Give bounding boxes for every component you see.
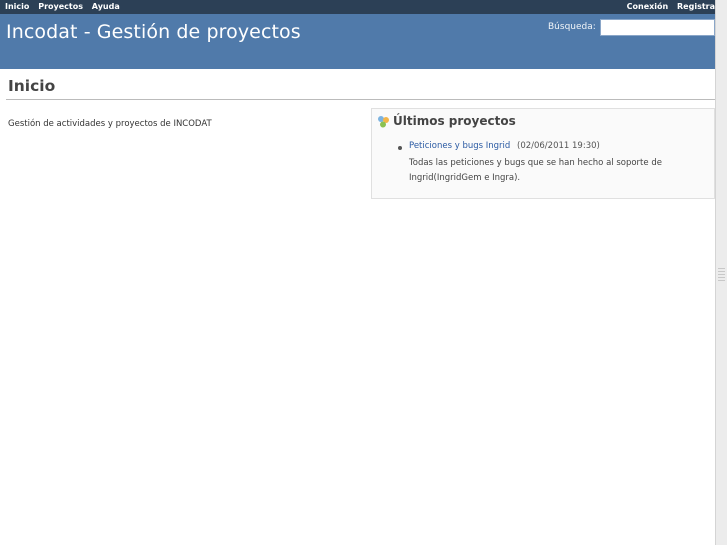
latest-projects-box: Últimos proyectos Peticiones y bugs Ingr…: [371, 108, 715, 199]
menu-item-registrarse[interactable]: Registra: [677, 2, 715, 11]
title-divider: [6, 99, 715, 100]
top-menu-left: Inicio Proyectos Ayuda: [5, 2, 126, 11]
search-label: Búsqueda:: [548, 22, 596, 32]
latest-projects-heading: Últimos proyectos: [393, 114, 516, 128]
menu-item-conexion[interactable]: Conexión: [627, 2, 669, 11]
header: Incodat - Gestión de proyectos Búsqueda:: [0, 14, 715, 69]
top-menu: Inicio Proyectos Ayuda Conexión Registra: [0, 0, 715, 14]
list-bullet: [398, 146, 402, 150]
page-title: Inicio: [8, 77, 56, 95]
top-menu-right: Conexión Registra: [627, 2, 715, 11]
menu-item-proyectos[interactable]: Proyectos: [38, 2, 83, 11]
project-description: Todas las peticiones y bugs que se han h…: [409, 158, 662, 183]
menu-item-ayuda[interactable]: Ayuda: [92, 2, 120, 11]
menu-item-inicio[interactable]: Inicio: [5, 2, 29, 11]
vertical-scrollbar[interactable]: [715, 0, 727, 545]
scrollbar-grip[interactable]: [718, 268, 725, 282]
site-title[interactable]: Incodat - Gestión de proyectos: [6, 21, 301, 43]
search-input[interactable]: [600, 19, 715, 36]
projects-icon: [378, 116, 389, 128]
project-date: (02/06/2011 19:30): [517, 141, 600, 151]
page-description: Gestión de actividades y proyectos de IN…: [8, 119, 212, 129]
project-link[interactable]: Peticiones y bugs Ingrid: [409, 141, 510, 151]
